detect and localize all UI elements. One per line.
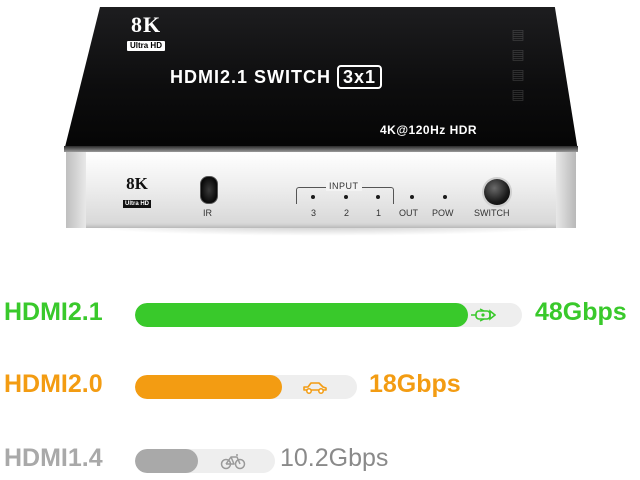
pow-label: POW [432, 208, 454, 218]
switch-label: SWITCH [474, 208, 510, 218]
rocket-icon [467, 303, 499, 327]
bandwidth-fill [135, 303, 468, 327]
bandwidth-speed: 48Gbps [535, 298, 627, 326]
watermark: ▤ ▤ ▤ ▤ [511, 26, 525, 102]
input-group-label: INPUT [326, 181, 362, 191]
ir-label: IR [203, 208, 212, 218]
front-8k-logo: 8K Ultra HD [113, 174, 161, 210]
out-label: OUT [399, 208, 418, 218]
bandwidth-fill [135, 449, 198, 473]
bandwidth-bar [135, 449, 275, 473]
front-ultra-hd-text: Ultra HD [122, 200, 151, 208]
hdmi-switch-device: 8K Ultra HD HDMI2.1 SWITCH 3x1 4K@120Hz … [0, 0, 640, 250]
car-icon [299, 375, 331, 399]
bandwidth-bar [135, 303, 522, 327]
bandwidth-name: HDMI1.4 [4, 444, 103, 472]
bandwidth-speed: 10.2Gbps [280, 444, 389, 472]
out-led [410, 195, 414, 199]
top-8k-text: 8K [130, 12, 162, 37]
switch-button[interactable] [484, 179, 510, 205]
bandwidth-row-hdmi14: HDMI1.4 10.2Gbps [0, 440, 640, 480]
device-title-badge: 3x1 [337, 65, 383, 89]
bicycle-icon [217, 449, 249, 473]
input-2-label: 2 [344, 208, 350, 218]
device-title: HDMI2.1 SWITCH 3x1 [170, 64, 383, 90]
top-8k-logo: 8K Ultra HD [115, 12, 177, 53]
pow-led [443, 195, 447, 199]
front-8k-text: 8K [126, 174, 148, 193]
input-2-led [344, 195, 348, 199]
input-1-label: 1 [376, 208, 382, 218]
input-1-led [376, 195, 380, 199]
input-3-label: 3 [311, 208, 317, 218]
bandwidth-speed: 18Gbps [369, 370, 461, 398]
bandwidth-row-hdmi21: HDMI2.1 48Gbps [0, 294, 640, 334]
bandwidth-fill [135, 375, 282, 399]
ir-receiver-port [200, 176, 218, 204]
bandwidth-name: HDMI2.1 [4, 298, 103, 326]
device-title-text: HDMI2.1 SWITCH [170, 66, 332, 87]
device-subtitle: 4K@120Hz HDR [380, 123, 478, 137]
front-left-cap [66, 152, 86, 228]
front-right-cap [556, 152, 576, 228]
bandwidth-bar [135, 375, 357, 399]
bandwidth-name: HDMI2.0 [4, 370, 103, 398]
input-3-led [311, 195, 315, 199]
bandwidth-row-hdmi20: HDMI2.0 18Gbps [0, 366, 640, 406]
top-ultra-hd-text: Ultra HD [126, 41, 165, 51]
